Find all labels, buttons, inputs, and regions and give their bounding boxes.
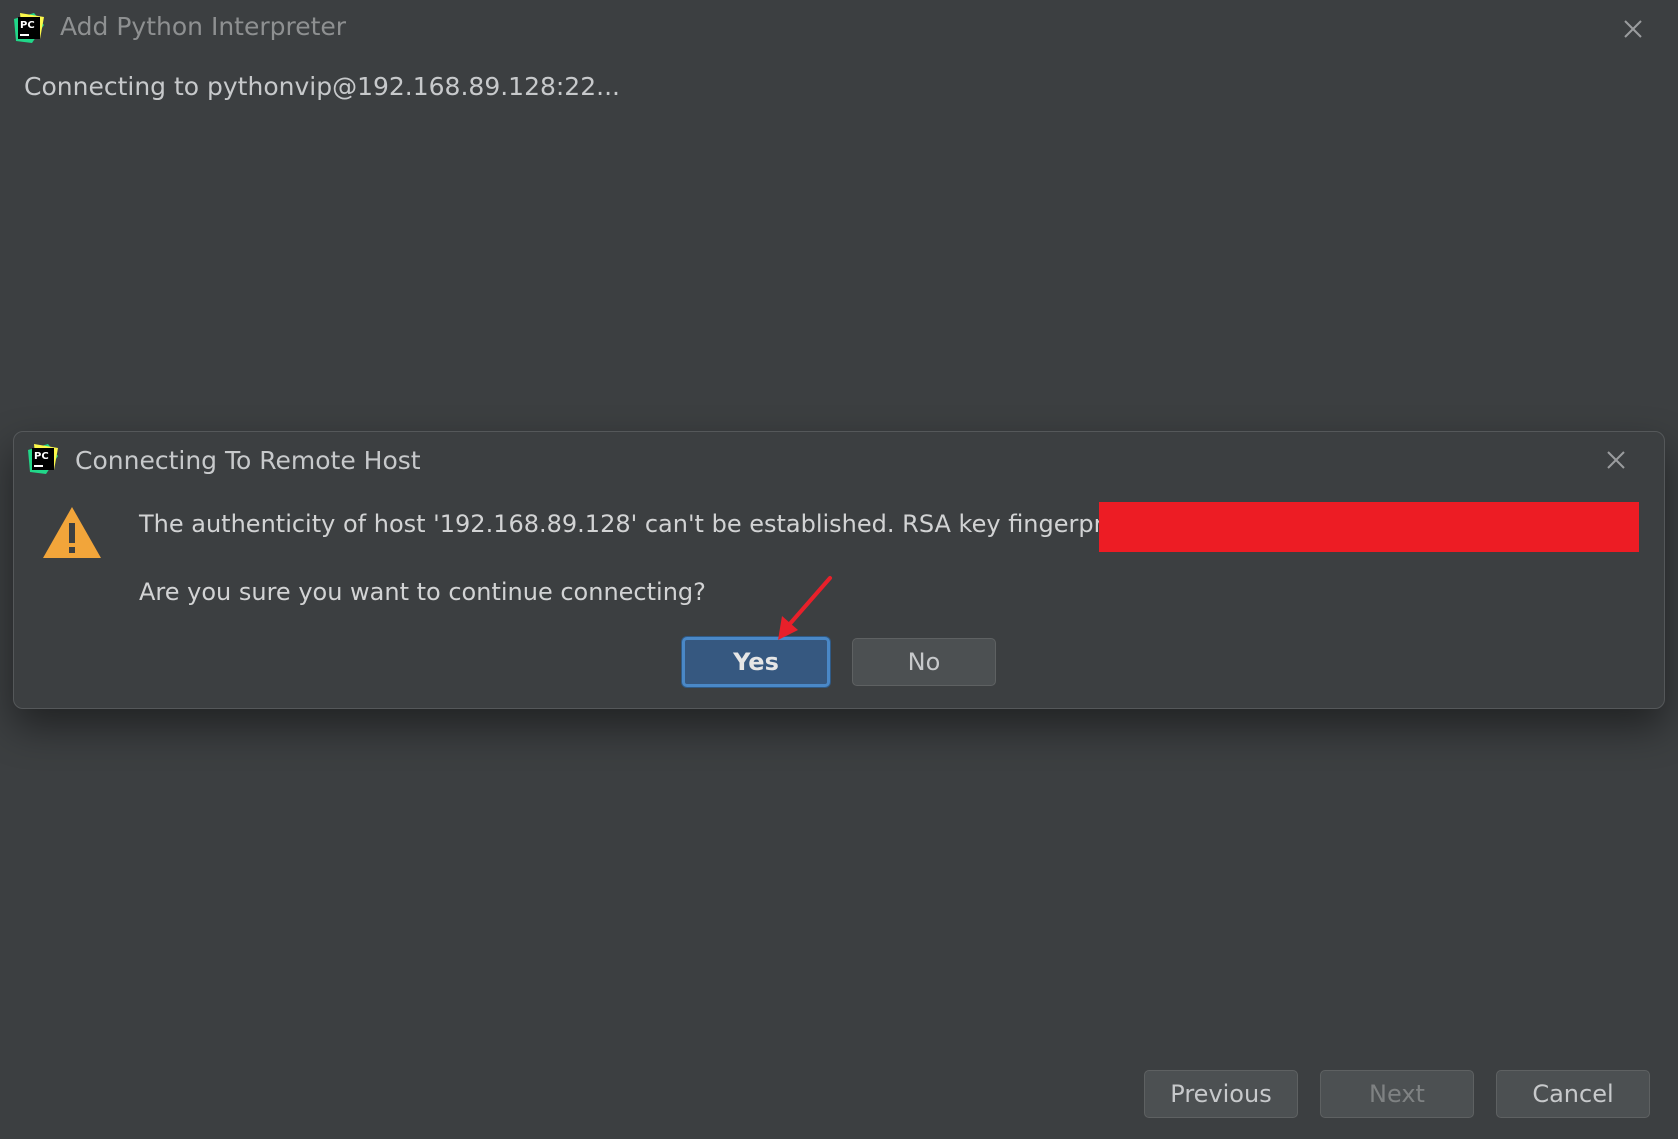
add-python-interpreter-window: PC Add Python Interpreter Connecting to …: [0, 0, 1678, 1139]
authenticity-message: The authenticity of host '192.168.89.128…: [139, 510, 1162, 538]
next-button[interactable]: Next: [1320, 1070, 1474, 1118]
svg-text:PC: PC: [34, 451, 49, 462]
redacted-fingerprint: [1099, 502, 1639, 552]
connecting-remote-host-dialog: PC Connecting To Remote Host The authent…: [13, 431, 1665, 709]
close-icon[interactable]: [1602, 446, 1630, 474]
close-icon[interactable]: [1618, 14, 1648, 44]
previous-button[interactable]: Previous: [1144, 1070, 1298, 1118]
pycharm-logo-icon: PC: [14, 13, 44, 43]
dialog-title: Connecting To Remote Host: [75, 446, 421, 475]
warning-icon: [43, 507, 101, 558]
pycharm-logo-icon: PC: [28, 444, 58, 474]
confirm-question: Are you sure you want to continue connec…: [139, 578, 706, 606]
window-title: Add Python Interpreter: [60, 12, 347, 41]
no-button[interactable]: No: [852, 638, 996, 686]
yes-button[interactable]: Yes: [682, 637, 830, 687]
svg-text:PC: PC: [20, 20, 35, 31]
connection-status: Connecting to pythonvip@192.168.89.128:2…: [24, 72, 620, 101]
cancel-button[interactable]: Cancel: [1496, 1070, 1650, 1118]
